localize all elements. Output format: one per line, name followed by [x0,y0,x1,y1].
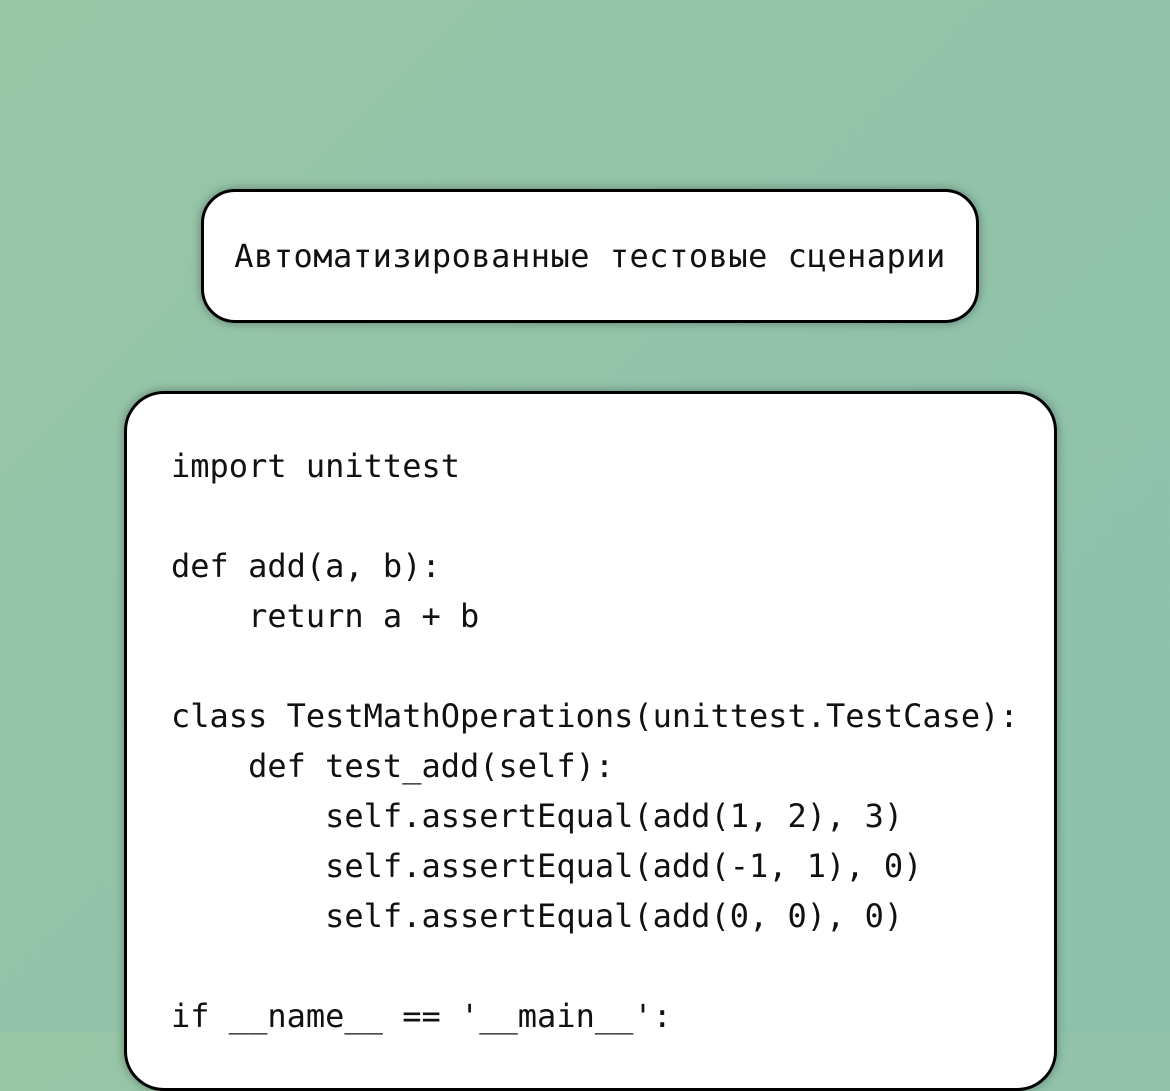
title-card: Автоматизированные тестовые сценарии [201,189,979,323]
code-line: def test_add(self): [171,747,615,785]
code-line: if __name__ == '__main__': [171,997,672,1035]
code-line: self.assertEqual(add(-1, 1), 0) [171,847,923,885]
code-line: return a + b [171,597,480,635]
code-line: class TestMathOperations(unittest.TestCa… [171,697,1019,735]
code-line: def add(a, b): [171,547,441,585]
code-line: self.assertEqual(add(0, 0), 0) [171,897,904,935]
page-title: Автоматизированные тестовые сценарии [234,237,946,275]
code-line: self.assertEqual(add(1, 2), 3) [171,797,904,835]
code-line: import unittest [171,447,460,485]
code-block: import unittest def add(a, b): return a … [124,391,1057,1091]
